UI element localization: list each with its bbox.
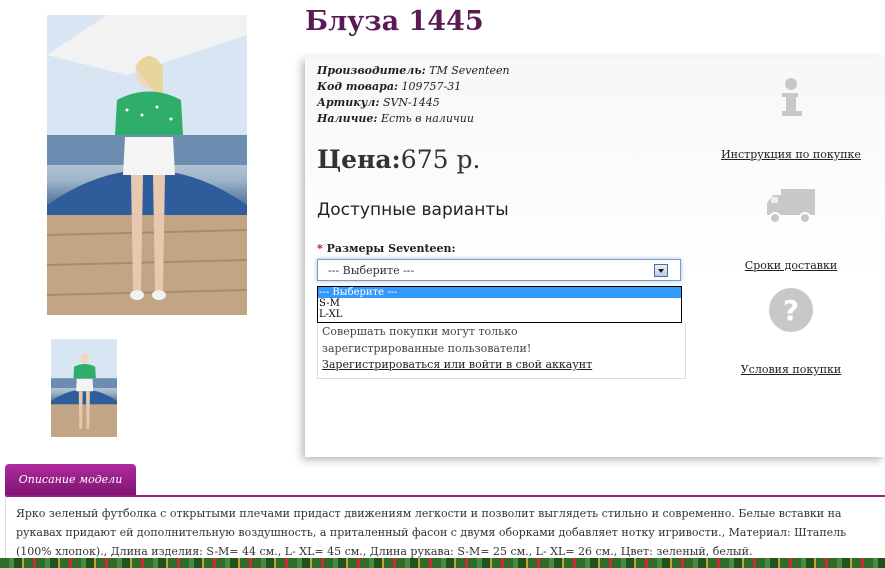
delivery-link[interactable]: Сроки доставки (717, 259, 865, 272)
model-photo-illustration (47, 15, 247, 315)
registration-notice: Совершать покупки могут только зарегистр… (317, 323, 686, 379)
manufacturer-label: Производитель: (317, 64, 426, 77)
chevron-down-icon[interactable] (654, 264, 668, 277)
availability-value: Есть в наличии (381, 112, 474, 125)
product-code-row: Код товара: 109757-31 (317, 79, 510, 95)
product-info-panel: Производитель: TM Seventeen Код товара: … (305, 57, 885, 457)
description-text: Ярко зеленый футболка с открытыми плечам… (16, 507, 847, 558)
conditions-block: ? Условия покупки (717, 287, 865, 376)
instruction-link[interactable]: Инструкция по покупке (717, 148, 865, 161)
product-main-image[interactable] (47, 15, 247, 315)
product-code-label: Код товара: (317, 80, 399, 93)
manufacturer-value: TM Seventeen (429, 64, 510, 77)
sku-row: Артикул: SVN-1445 (317, 95, 510, 111)
price-label: Цена: (317, 145, 401, 174)
product-title: Блуза 1445 (305, 6, 484, 37)
availability-row: Наличие: Есть в наличии (317, 111, 510, 127)
info-icon (782, 78, 802, 116)
price: Цена:675 р. (317, 145, 480, 174)
question-icon: ? (769, 288, 813, 332)
decorative-garland (0, 558, 885, 568)
product-attributes: Производитель: TM Seventeen Код товара: … (317, 63, 510, 127)
size-option[interactable]: L-XL (318, 309, 681, 320)
price-value: 675 р. (400, 145, 481, 174)
size-select-value: --- Выберите --- (328, 264, 415, 277)
thumbnail-illustration (51, 339, 117, 437)
tab-description[interactable]: Описание модели (5, 464, 136, 496)
size-label-text: Размеры Seventeen: (326, 242, 456, 255)
product-code-value: 109757-31 (401, 80, 462, 93)
required-mark: * (317, 242, 323, 255)
manufacturer-row: Производитель: TM Seventeen (317, 63, 510, 79)
size-option[interactable]: --- Выберите --- (318, 287, 681, 298)
availability-label: Наличие: (317, 112, 378, 125)
size-option[interactable]: S-M (318, 298, 681, 309)
size-select[interactable]: --- Выберите --- (317, 259, 681, 281)
svg-text:?: ? (783, 294, 799, 327)
truck-icon (767, 189, 815, 224)
registration-message: Совершать покупки могут только зарегистр… (322, 325, 532, 355)
sku-value: SVN-1445 (382, 96, 440, 109)
size-dropdown-list[interactable]: --- Выберите --- S-M L-XL (317, 286, 682, 323)
product-thumbnail[interactable] (51, 339, 117, 437)
sku-label: Артикул: (317, 96, 380, 109)
instruction-block: Инструкция по покупке (717, 77, 865, 161)
size-select-label: * Размеры Seventeen: (317, 242, 456, 255)
delivery-block: Сроки доставки (717, 185, 865, 272)
register-login-link[interactable]: Зарегистрироваться или войти в свой акка… (322, 358, 592, 371)
conditions-link[interactable]: Условия покупки (717, 363, 865, 376)
variants-heading: Доступные варианты (317, 200, 509, 220)
